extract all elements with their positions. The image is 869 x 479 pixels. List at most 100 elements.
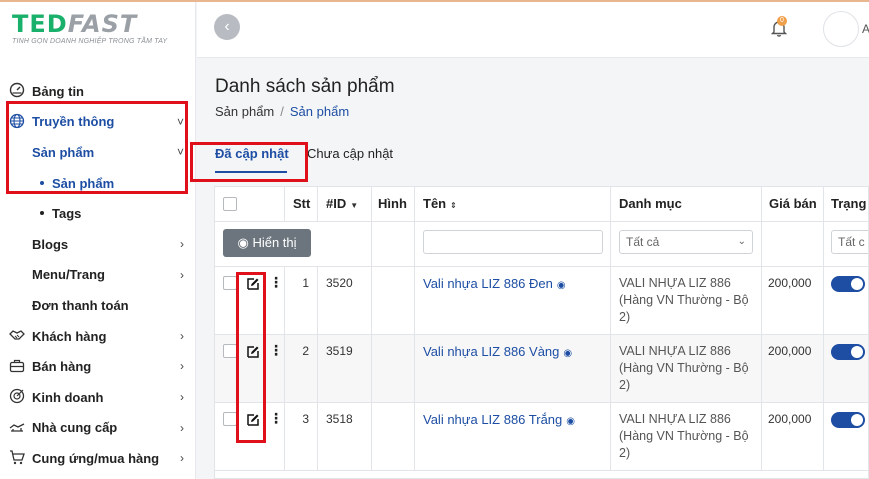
edit-icon[interactable]	[246, 413, 260, 427]
more-options-icon[interactable]: ⋮	[269, 274, 283, 291]
sidebar-item-san-pham[interactable]: Sản phẩm	[0, 168, 196, 199]
dashboard-icon	[8, 82, 26, 100]
row-price: 200,000	[762, 403, 824, 470]
row-stt: 2	[285, 335, 318, 402]
tab-updated[interactable]: Đã cập nhật	[215, 146, 289, 173]
product-name-link[interactable]: Vali nhựa LIZ 886 Trắng	[423, 412, 562, 427]
eye-icon: ◉	[237, 235, 249, 250]
name-filter-input[interactable]	[423, 230, 603, 254]
sidebar: TEDFAST TINH GỌN DOANH NGHIỆP TRONG TẦM …	[0, 2, 196, 479]
globe-icon	[8, 113, 26, 131]
row-actions-cell: ⋮	[215, 335, 285, 402]
breadcrumb-current[interactable]: Sản phẩm	[290, 104, 349, 119]
sidebar-item-kinh-doanh[interactable]: Kinh doanh ›	[0, 382, 196, 413]
category-filter-select[interactable]: Tất cả ⌄	[619, 230, 753, 254]
sidebar-item-ban-hang[interactable]: Bán hàng ›	[0, 351, 196, 382]
sidebar-item-label: Nhà cung cấp	[32, 420, 118, 436]
sort-icon: ⇕	[450, 201, 457, 210]
edit-icon[interactable]	[246, 277, 260, 291]
cart-icon	[8, 449, 26, 467]
eye-icon[interactable]: ◉	[563, 348, 572, 359]
sidebar-item-bang-tin[interactable]: Bảng tin	[0, 76, 196, 107]
sidebar-item-san-pham-group[interactable]: Sản phẩm ˅	[0, 137, 196, 168]
sidebar-item-don-thanh-toan[interactable]: Đơn thanh toán	[0, 290, 196, 321]
sidebar-item-label: Truyền thông	[32, 114, 115, 130]
products-table: Stt #ID ▼ Hình Tên ⇕ Danh mục Giá bán Trạn…	[214, 186, 869, 479]
row-name-cell: Vali nhựa LIZ 886 Vàng ◉	[415, 335, 611, 402]
header-price: Giá bán	[762, 187, 824, 221]
filter-show-cell: ◉ Hiển thị	[215, 222, 318, 266]
tab-not-updated[interactable]: Chưa cập nhật	[307, 146, 393, 161]
row-category: VALI NHỰA LIZ 886 (Hàng VN Thường - Bộ 2…	[619, 276, 749, 324]
row-checkbox[interactable]	[223, 412, 237, 426]
sidebar-item-label: Kinh doanh	[32, 389, 104, 405]
handshake-icon	[8, 327, 26, 345]
bullet-icon	[40, 180, 44, 185]
show-columns-button[interactable]: ◉ Hiển thị	[223, 229, 311, 257]
table-row: ⋮ 2 3519 Vali nhựa LIZ 886 Vàng ◉ VALI NH…	[215, 335, 868, 403]
row-stt: 1	[285, 267, 318, 334]
eye-icon[interactable]: ◉	[566, 416, 575, 427]
row-status-cell	[824, 403, 868, 470]
table-row: ⋮ 3 3518 Vali nhựa LIZ 886 Trắng ◉ VALI N…	[215, 403, 868, 471]
avatar[interactable]	[823, 11, 859, 47]
sidebar-item-cung-ung[interactable]: Cung ứng/mua hàng ›	[0, 443, 196, 474]
supplier-icon	[8, 419, 26, 437]
row-id: 3519	[318, 335, 372, 402]
sidebar-item-label: Đơn thanh toán	[32, 297, 129, 313]
user-name-initial[interactable]: A	[862, 22, 869, 36]
status-filter-select[interactable]: Tất c	[831, 230, 868, 254]
chevron-right-icon: ›	[180, 267, 184, 282]
filter-id-cell	[318, 222, 372, 266]
sidebar-item-menu-trang[interactable]: Menu/Trang ›	[0, 260, 196, 291]
row-category-cell: VALI NHỰA LIZ 886 (Hàng VN Thường - Bộ 2…	[611, 267, 762, 334]
chevron-right-icon: ›	[180, 236, 184, 251]
row-stt: 3	[285, 403, 318, 470]
row-actions-cell: ⋮	[215, 267, 285, 334]
eye-icon[interactable]: ◉	[557, 280, 566, 291]
chevron-right-icon: ›	[180, 328, 184, 343]
sidebar-item-blogs[interactable]: Blogs ›	[0, 229, 196, 260]
status-toggle[interactable]	[831, 276, 865, 292]
sidebar-item-label: Bảng tin	[32, 83, 84, 99]
edit-icon[interactable]	[246, 345, 260, 359]
status-toggle[interactable]	[831, 412, 865, 428]
row-status-cell	[824, 267, 868, 334]
brand-logo[interactable]: TEDFAST TINH GỌN DOANH NGHIỆP TRONG TẦM …	[12, 10, 167, 45]
header-stt: Stt	[285, 187, 318, 221]
logo-slogan: TINH GỌN DOANH NGHIỆP TRONG TẦM TAY	[12, 38, 168, 45]
row-category: VALI NHỰA LIZ 886 (Hàng VN Thường - Bộ 2…	[619, 412, 749, 460]
chevron-down-icon: ⌄	[737, 236, 746, 247]
row-image	[372, 403, 415, 470]
filter-name-cell	[415, 222, 611, 266]
bullet-icon	[40, 211, 44, 216]
header-name[interactable]: Tên ⇕	[415, 187, 611, 221]
sidebar-item-truyen-thong[interactable]: Truyền thông ˅	[0, 107, 196, 138]
breadcrumb-separator: /	[280, 104, 284, 119]
sidebar-item-tags[interactable]: Tags	[0, 198, 196, 229]
row-category-cell: VALI NHỰA LIZ 886 (Hàng VN Thường - Bộ 2…	[611, 335, 762, 402]
breadcrumb: Sản phẩm / Sản phẩm	[215, 104, 349, 119]
more-options-icon[interactable]: ⋮	[269, 342, 283, 359]
filter-price-cell	[762, 222, 824, 266]
filter-status-cell: Tất c	[824, 222, 868, 266]
row-checkbox[interactable]	[223, 344, 237, 358]
chevron-right-icon: ›	[180, 389, 184, 404]
product-name-link[interactable]: Vali nhựa LIZ 886 Đen	[423, 276, 553, 291]
sidebar-item-nha-cung-cap[interactable]: Nhà cung cấp ›	[0, 413, 196, 444]
product-name-link[interactable]: Vali nhựa LIZ 886 Vàng	[423, 344, 559, 359]
row-checkbox[interactable]	[223, 276, 237, 290]
sidebar-item-khach-hang[interactable]: Khách hàng ›	[0, 321, 196, 352]
sidebar-item-label: Sản phẩm	[52, 175, 115, 191]
header-id[interactable]: #ID ▼	[318, 187, 372, 221]
table-header-row: Stt #ID ▼ Hình Tên ⇕ Danh mục Giá bán Trạn…	[215, 187, 868, 222]
table-row: ⋮ 1 3520 Vali nhựa LIZ 886 Đen ◉ VALI NHỰ…	[215, 267, 868, 335]
sidebar-item-label: Khách hàng	[32, 328, 107, 344]
select-all-checkbox[interactable]	[223, 197, 237, 211]
breadcrumb-item[interactable]: Sản phẩm	[215, 104, 274, 119]
status-toggle[interactable]	[831, 344, 865, 360]
select-all-cell	[215, 187, 285, 221]
more-options-icon[interactable]: ⋮	[269, 410, 283, 427]
collapse-sidebar-button[interactable]: ‹	[214, 14, 240, 40]
briefcase-icon	[8, 358, 26, 376]
